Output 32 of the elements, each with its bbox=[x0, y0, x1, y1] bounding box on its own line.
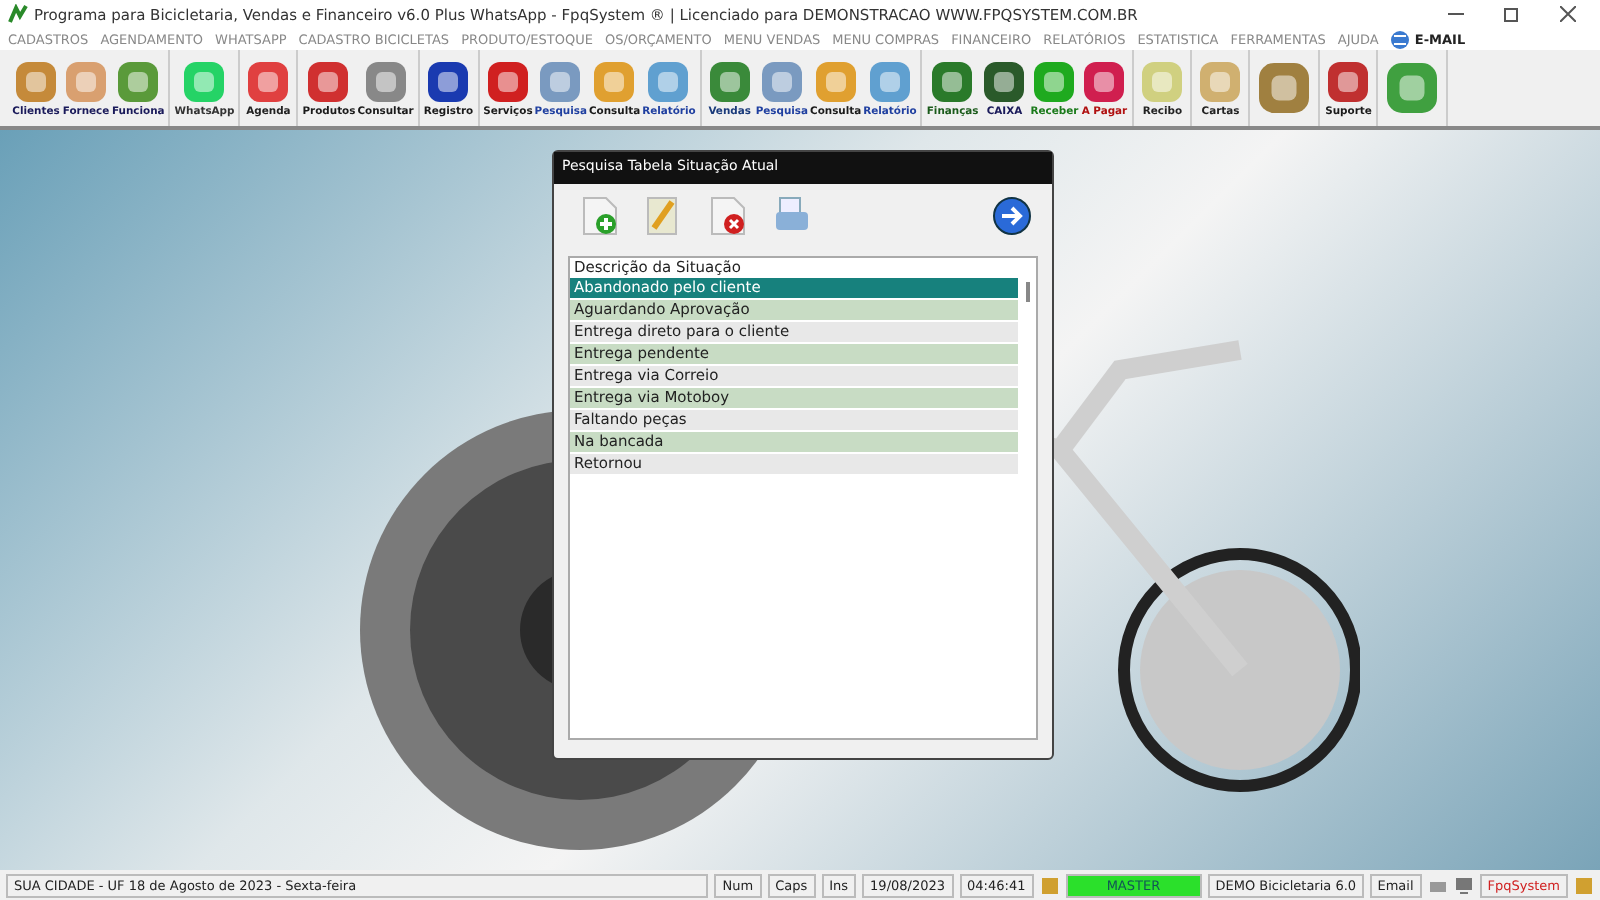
toolbar-icon bbox=[928, 58, 977, 106]
toolbar-icon bbox=[424, 58, 473, 106]
edit-document-icon[interactable] bbox=[646, 196, 682, 236]
toolbar-icon bbox=[644, 58, 693, 106]
toolbar-icon bbox=[1382, 58, 1443, 118]
close-icon[interactable] bbox=[1560, 6, 1576, 22]
toolbar-icon bbox=[1080, 58, 1129, 106]
toolbar-icon bbox=[62, 58, 110, 106]
toolbar-icon bbox=[12, 58, 60, 106]
monitor-icon[interactable] bbox=[1453, 875, 1474, 895]
toolbar-icon bbox=[483, 58, 532, 106]
toolbar-icon bbox=[244, 58, 293, 106]
toolbar-icon bbox=[361, 58, 410, 106]
toolbar-icon bbox=[180, 58, 229, 106]
toolbar-icon bbox=[304, 58, 353, 106]
add-document-icon[interactable] bbox=[582, 196, 618, 236]
toolbar-icon bbox=[536, 58, 585, 106]
toolbar-icon bbox=[757, 58, 806, 106]
toolbar-icon bbox=[590, 58, 639, 106]
toolbar-icon bbox=[980, 58, 1029, 106]
toolbar-icon bbox=[705, 58, 754, 106]
toolbar-icon bbox=[1196, 58, 1245, 106]
toolbar-icon bbox=[811, 58, 860, 106]
toolbar-icon bbox=[1030, 58, 1079, 106]
toolbar-icon bbox=[1254, 58, 1315, 118]
delete-document-icon[interactable] bbox=[710, 196, 746, 236]
restore-icon[interactable] bbox=[1504, 6, 1520, 22]
toolbar-icon bbox=[114, 58, 163, 106]
app-logo-icon bbox=[8, 4, 28, 24]
toolbar-icon bbox=[1138, 58, 1187, 106]
toolbar-icon bbox=[866, 58, 914, 106]
toolbar-icon bbox=[1324, 58, 1373, 106]
